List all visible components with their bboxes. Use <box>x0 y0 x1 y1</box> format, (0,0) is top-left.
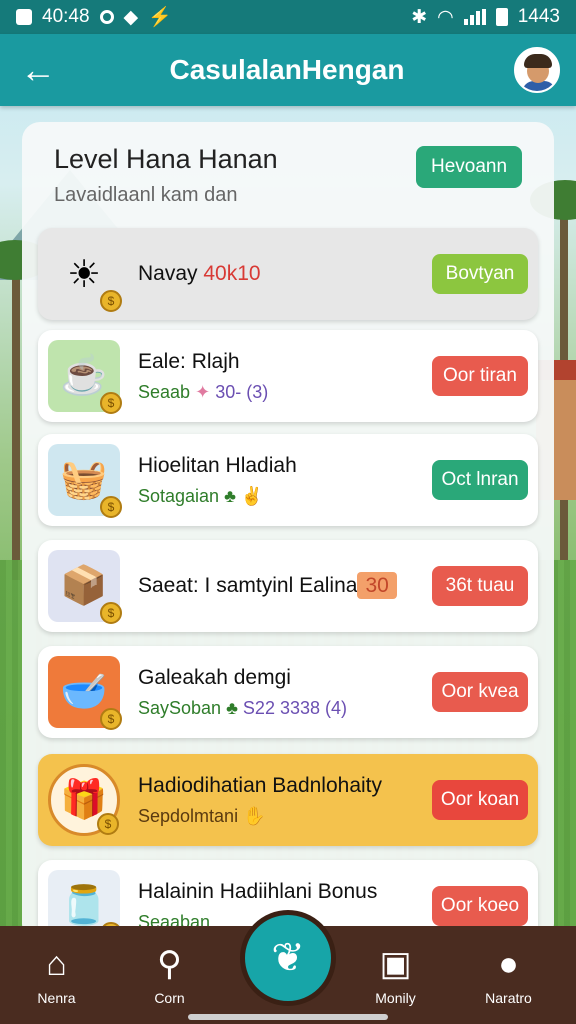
status-bar: 40:48 ◆ ⚡ ✱ ◠ 1443 <box>0 0 576 34</box>
reward-card-featured: 🎁 $ Hadiodihatian Badnlohaity Sepdolmtani… <box>38 754 538 846</box>
cup-icon: ☕ $ <box>48 340 122 414</box>
gift-basket-icon: 🎁 $ <box>48 764 120 836</box>
card-title: Hadiodihatian Badnlohaity <box>138 773 383 797</box>
leaf-icon: ♣ ✌ <box>224 485 264 506</box>
card-title: Saeat: I samtyinl Ealina <box>138 574 358 597</box>
card-subtitle: Sotagaian <box>138 485 220 506</box>
signal-icon <box>463 9 486 25</box>
nav-label: Naratro <box>485 990 532 1006</box>
status-right-text: 1443 <box>517 6 560 27</box>
home-indicator[interactable] <box>188 1014 388 1020</box>
card-action-button[interactable]: Oor tiran <box>432 356 528 396</box>
reward-card: ☀ $ Navay 40k10 Bovtyan <box>38 228 538 320</box>
card-action-button[interactable]: Oor kvea <box>432 672 528 712</box>
bowl-icon: 🥣 $ <box>48 656 122 730</box>
wifi-icon: ◠ <box>437 6 454 28</box>
sun-icon: ☀ $ <box>48 238 122 312</box>
card-tag: 30 <box>357 572 397 599</box>
nav-monily[interactable]: ▣ Monily <box>339 926 452 1024</box>
battery-icon <box>495 8 508 26</box>
panel-header: Level Hana Hanan Lavaidlaanl kam dan Hev… <box>38 122 538 226</box>
center-action-icon[interactable]: ❦ <box>240 910 336 1006</box>
nav-search[interactable]: ⚲ Corn <box>113 926 226 1024</box>
card-title-accent: 40k10 <box>203 262 261 285</box>
box-icon: 📦 $ <box>48 550 122 624</box>
hand-icon: ✋ <box>243 805 266 826</box>
panel-title: Level Hana Hanan <box>54 144 278 174</box>
reward-card: 🥣 $ Galeakah demgi SaySoban ♣ S22 3338 (4… <box>38 646 538 738</box>
home-icon: ⌂ <box>46 945 67 983</box>
card-action-button[interactable]: 36t tuau <box>432 566 528 606</box>
basket-icon: 🧺 $ <box>48 444 122 518</box>
card-action-button[interactable]: Oor koeo <box>432 886 528 926</box>
app-title: CasulalanHengan <box>169 54 405 85</box>
sync-icon <box>99 10 114 24</box>
flash-icon: ⚡ <box>148 7 172 28</box>
card-action-button[interactable]: Oct lnran <box>432 460 528 500</box>
nav-label: Nenra <box>37 990 76 1006</box>
card-title: Galeakah demgi <box>138 665 291 689</box>
card-title: Eale: Rlajh <box>138 349 240 373</box>
star-icon: ✦ <box>195 381 211 402</box>
nav-home[interactable]: ⌂ Nenra <box>0 926 113 1024</box>
card-title: Hioelitan Hladiah <box>138 453 297 477</box>
reward-card: 📦 $ Saeat: I samtyinl Ealina 30 36t tuau <box>38 540 538 632</box>
avatar-icon[interactable] <box>514 47 560 93</box>
panel-subtitle: Lavaidlaanl kam dan <box>54 184 238 206</box>
card-subtitle: Sepdolmtani <box>138 805 239 826</box>
card-subtitle-extra: S22 3338 (4) <box>242 697 347 718</box>
nav-label: Monily <box>375 990 416 1006</box>
reward-card: 🧺 $ Hioelitan Hladiah Sotagaian ♣ ✌ Oct l… <box>38 434 538 526</box>
card-action-button[interactable]: Bovtyan <box>432 254 528 294</box>
reward-panel: Level Hana Hanan Lavaidlaanl kam dan Hev… <box>22 122 554 952</box>
back-arrow-icon[interactable]: ← <box>16 48 60 92</box>
card-subtitle: SaySoban <box>138 697 222 718</box>
reward-card: ☕ $ Eale: Rlajh Seaab ✦ 30- (3) Oor tiran <box>38 330 538 422</box>
status-time: 40:48 <box>42 6 90 27</box>
user-icon: ● <box>498 945 519 983</box>
search-icon: ⚲ <box>157 945 182 983</box>
card-title: Navay <box>138 262 198 285</box>
card-title: Halainin Hadiihlani Bonus <box>138 879 378 903</box>
card-action-button[interactable]: Oor koan <box>432 780 528 820</box>
app-bar: ← CasulalanHengan <box>0 34 576 106</box>
sim-icon <box>16 9 32 25</box>
profile-card-icon: ▣ <box>379 945 412 983</box>
card-subtitle: Seaab <box>138 381 191 402</box>
nav-profile[interactable]: ● Naratro <box>452 926 565 1024</box>
header-action-button[interactable]: Hevoann <box>416 146 522 188</box>
nav-label: Corn <box>154 990 185 1006</box>
card-subtitle-extra: 30- (3) <box>215 381 269 402</box>
palm-tree <box>12 260 20 580</box>
bluetooth-icon: ✱ <box>411 6 428 28</box>
location-icon: ◆ <box>123 6 139 28</box>
leaf-icon: ♣ <box>226 697 238 718</box>
